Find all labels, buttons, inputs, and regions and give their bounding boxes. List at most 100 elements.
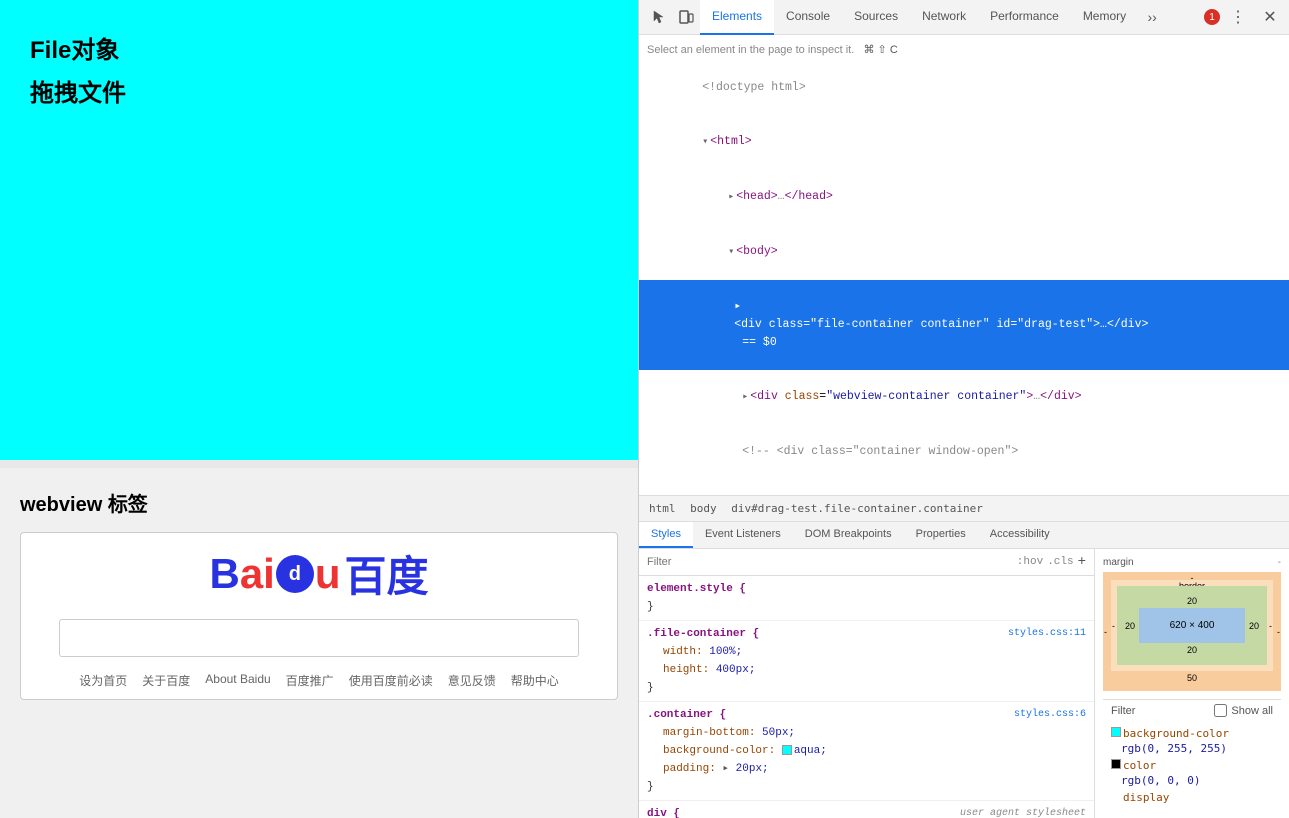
main-layout: File对象 拖拽文件 webview 标签 B ai d u 百度 设 — [0, 0, 1289, 818]
error-count: 1 — [1204, 9, 1220, 25]
file-title-2: 拖拽文件 — [30, 73, 608, 108]
css-rule-close: } — [647, 598, 1086, 616]
computed-bgcolor-value: rgb(0, 255, 255) — [1103, 742, 1281, 757]
webview-triangle — [742, 392, 748, 403]
tab-dom-breakpoints[interactable]: DOM Breakpoints — [793, 522, 904, 548]
margin-left: - — [1104, 627, 1107, 637]
tab-memory[interactable]: Memory — [1071, 0, 1138, 35]
devtools-right-icons: 1 ⋮ ✕ — [1204, 3, 1284, 31]
baidu-link-help[interactable]: 帮助中心 — [511, 672, 559, 689]
baidu-link-feedback[interactable]: 意见反馈 — [448, 672, 496, 689]
elements-panel: Select an element in the page to inspect… — [639, 35, 1289, 495]
margin-right: - — [1277, 627, 1280, 637]
styles-panel: :hov .cls + element.style { } — [639, 549, 1094, 818]
padding-bottom: 20 — [1187, 645, 1197, 655]
baidu-link-homepage[interactable]: 设为首页 — [79, 672, 127, 689]
tab-event-listeners[interactable]: Event Listeners — [693, 522, 793, 548]
tab-performance[interactable]: Performance — [978, 0, 1071, 35]
settings-button[interactable]: ⋮ — [1224, 3, 1252, 31]
breadcrumb-html[interactable]: html — [649, 502, 676, 515]
inspect-hint: Select an element in the page to inspect… — [639, 39, 1289, 61]
border-left: - — [1112, 621, 1115, 631]
color-swatch-black — [1111, 759, 1121, 769]
html-line-div-selected[interactable]: ▸ <div class="file-container container" … — [639, 280, 1289, 370]
head-triangle — [728, 192, 734, 203]
css-source-file-container[interactable]: styles.css:11 — [1008, 625, 1086, 643]
border-box: border - - 20 20 620 × 400 — [1111, 580, 1273, 671]
tab-bar: Elements Console Sources Network Perform… — [700, 0, 1204, 34]
add-style-button[interactable]: + — [1078, 553, 1086, 571]
cursor-icon — [650, 9, 666, 25]
baidu-search-input[interactable] — [59, 619, 579, 657]
computed-list: background-color rgb(0, 255, 255) color … — [1103, 725, 1281, 806]
tab-styles[interactable]: Styles — [639, 522, 693, 548]
tab-console[interactable]: Console — [774, 0, 842, 35]
keyboard-shortcuts: ⌘ ⇧ C — [863, 44, 897, 56]
css-prop-height: height: 400px; — [647, 661, 1086, 679]
separator — [0, 460, 638, 468]
file-title-1: File对象 — [30, 30, 608, 65]
error-badge: 1 — [1204, 9, 1220, 25]
padding-box: 20 20 620 × 400 20 20 — [1117, 586, 1267, 665]
tab-elements[interactable]: Elements — [700, 0, 774, 35]
box-model-header: margin - — [1103, 557, 1281, 568]
styles-filter-bar: :hov .cls + — [639, 549, 1094, 576]
html-triangle — [702, 137, 708, 148]
tab-accessibility[interactable]: Accessibility — [978, 522, 1062, 548]
devtools-bottom: html body div#drag-test.file-container.c… — [639, 495, 1289, 818]
baidu-link-promo[interactable]: 百度推广 — [286, 672, 334, 689]
device-icon — [678, 9, 694, 25]
inspect-element-button[interactable] — [644, 3, 672, 31]
css-prop-width: width: 100%; — [647, 643, 1086, 661]
css-source-container[interactable]: styles.css:6 — [1014, 706, 1086, 724]
computed-item-display: display — [1103, 789, 1281, 806]
html-line-html-open[interactable]: <html> — [639, 115, 1289, 170]
html-line-webview-container[interactable]: <div class="webview-container container"… — [639, 370, 1289, 425]
user-agent-label: user agent stylesheet — [960, 805, 1086, 818]
html-line-doctype[interactable]: <!doctype html> — [639, 61, 1289, 115]
html-line-h2[interactable]: <h2>window.open</h2> — [639, 479, 1289, 495]
baidu-links: 设为首页 关于百度 About Baidu 百度推广 使用百度前必读 意见反馈 … — [79, 672, 558, 689]
bgcolor-swatch — [1111, 727, 1121, 737]
baidu-logo-text: B — [209, 550, 239, 598]
padding-middle: 20 620 × 400 20 — [1125, 608, 1259, 643]
box-model-panel: margin - - - - border - - — [1094, 549, 1289, 818]
padding-right: 20 — [1249, 621, 1259, 631]
padding-top: 20 — [1187, 596, 1197, 606]
baidu-link-about[interactable]: 关于百度 — [142, 672, 190, 689]
css-rule-file-container: .file-container { styles.css:11 width: 1… — [639, 621, 1094, 702]
breadcrumb-body[interactable]: body — [690, 502, 717, 515]
css-div-header: div { user agent stylesheet — [647, 805, 1086, 818]
css-rule-div-ua: div { user agent stylesheet display: blo… — [639, 801, 1094, 818]
cls-button[interactable]: .cls — [1047, 553, 1073, 571]
css-rule-element-style: element.style { } — [639, 576, 1094, 621]
computed-filter-label: Filter — [1111, 705, 1135, 717]
close-devtools-button[interactable]: ✕ — [1256, 3, 1284, 31]
html-line-body[interactable]: <body> — [639, 225, 1289, 280]
breadcrumb-div[interactable]: div#drag-test.file-container.container — [731, 502, 983, 515]
css-container-header: .container { styles.css:6 — [647, 706, 1086, 724]
device-toolbar-button[interactable] — [672, 3, 700, 31]
more-tabs-button[interactable]: ›› — [1138, 3, 1166, 31]
computed-item-bgcolor: background-color — [1103, 725, 1281, 742]
tab-properties[interactable]: Properties — [904, 522, 978, 548]
html-line-head[interactable]: <head>…</head> — [639, 170, 1289, 225]
hov-button[interactable]: :hov — [1017, 553, 1043, 571]
content-box: 620 × 400 — [1139, 608, 1245, 643]
baidu-link-terms[interactable]: 使用百度前必读 — [349, 672, 433, 689]
styles-tabs: Styles Event Listeners DOM Breakpoints P… — [639, 522, 1289, 549]
html-line-comment-open[interactable]: <!-- <div class="container window-open"> — [639, 425, 1289, 479]
computed-filter-panel: Filter Show all — [1103, 699, 1281, 721]
content-size: 620 × 400 — [1170, 620, 1215, 631]
tab-sources[interactable]: Sources — [842, 0, 910, 35]
baidu-link-about-en[interactable]: About Baidu — [205, 672, 270, 689]
css-selector-element: element.style { — [647, 580, 1086, 598]
tab-network[interactable]: Network — [910, 0, 978, 35]
baidu-paw-icon: d — [276, 555, 314, 593]
css-prop-padding: padding: ▸ 20px; — [647, 760, 1086, 778]
css-rule-container: .container { styles.css:6 margin-bottom:… — [639, 702, 1094, 801]
show-all-checkbox[interactable] — [1214, 704, 1227, 717]
computed-color-value: rgb(0, 0, 0) — [1103, 774, 1281, 789]
margin-label: margin — [1103, 557, 1134, 568]
styles-filter-input[interactable] — [647, 556, 1013, 568]
